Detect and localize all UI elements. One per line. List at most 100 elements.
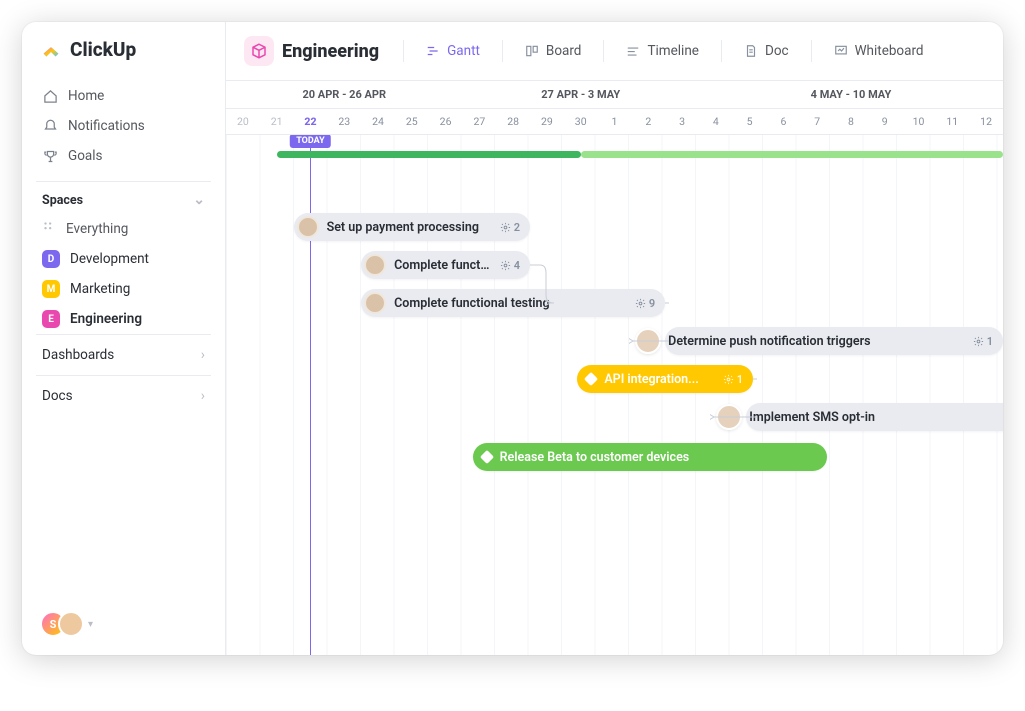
calendar-day[interactable]: 25	[395, 109, 429, 134]
calendar-header: 20 APR - 26 APR27 APR - 3 MAY4 MAY - 10 …	[226, 81, 1003, 135]
sidebar-docs[interactable]: Docs ›	[36, 375, 211, 416]
nav-home-label: Home	[68, 88, 104, 104]
calendar-day[interactable]: 28	[496, 109, 530, 134]
progress-bar-complete	[277, 151, 581, 158]
calendar-day[interactable]: 26	[429, 109, 463, 134]
dependency-line	[629, 299, 669, 345]
chevron-right-icon: ›	[201, 388, 205, 404]
calendar-day[interactable]: 20	[226, 109, 260, 134]
caret-down-icon[interactable]: ▾	[88, 619, 93, 630]
view-timeline-label: Timeline	[647, 43, 699, 59]
calendar-day[interactable]: 3	[665, 109, 699, 134]
calendar-week-label: 27 APR - 3 MAY	[462, 81, 698, 108]
whiteboard-icon	[834, 44, 848, 58]
sidebar-item-everything[interactable]: Everything	[36, 214, 211, 244]
dashboards-label: Dashboards	[42, 347, 114, 363]
home-icon	[42, 88, 58, 104]
nav-home[interactable]: Home	[36, 81, 211, 111]
page-title: Engineering	[282, 41, 379, 62]
calendar-day[interactable]: 4	[699, 109, 733, 134]
view-gantt[interactable]: Gantt	[418, 38, 488, 64]
timeline-icon	[626, 44, 640, 58]
divider	[502, 40, 503, 62]
milestone-icon	[584, 372, 598, 386]
sidebar-item-marketing[interactable]: M Marketing	[36, 274, 211, 304]
sidebar-footer: S ▾	[36, 607, 211, 641]
view-whiteboard[interactable]: Whiteboard	[826, 38, 932, 64]
view-timeline[interactable]: Timeline	[618, 38, 707, 64]
calendar-day[interactable]: 10	[902, 109, 936, 134]
space-badge: E	[42, 310, 60, 328]
toolbar: Engineering Gantt Board Timeline	[226, 22, 1003, 81]
calendar-week-label: 4 MAY - 10 MAY	[699, 81, 1003, 108]
calendar-day[interactable]: 11	[935, 109, 969, 134]
task-label: Complete functio...	[394, 258, 492, 273]
chevron-right-icon: ›	[201, 347, 205, 363]
chevron-down-icon: ⌄	[193, 192, 205, 208]
nav-notifications[interactable]: Notifications	[36, 111, 211, 141]
gantt-task[interactable]: Determine push notification triggers1	[665, 327, 1003, 355]
calendar-day[interactable]: 6	[767, 109, 801, 134]
calendar-day[interactable]: 1	[598, 109, 632, 134]
calendar-day[interactable]: 7	[800, 109, 834, 134]
sidebar-dashboards[interactable]: Dashboards ›	[36, 334, 211, 375]
calendar-day[interactable]: 29	[530, 109, 564, 134]
view-doc[interactable]: Doc	[736, 38, 797, 64]
progress-bar-remaining	[581, 151, 1003, 158]
sidebar: ClickUp Home Notifications Goals Spaces …	[22, 22, 226, 655]
today-badge: TODAY	[290, 135, 330, 148]
calendar-day[interactable]: 22	[294, 109, 328, 134]
calendar-day[interactable]: 9	[868, 109, 902, 134]
calendar-day[interactable]: 21	[260, 109, 294, 134]
divider	[811, 40, 812, 62]
main-panel: Engineering Gantt Board Timeline	[226, 22, 1003, 655]
space-label: Development	[70, 251, 149, 267]
gantt-task[interactable]: Set up payment processing2	[294, 213, 530, 241]
task-label: Release Beta to customer devices	[500, 450, 818, 465]
trophy-icon	[42, 148, 58, 164]
space-badge: D	[42, 250, 60, 268]
doc-icon	[744, 44, 758, 58]
assignee-avatar	[364, 254, 386, 276]
docs-label: Docs	[42, 388, 73, 404]
grid-icon	[42, 220, 56, 238]
calendar-day[interactable]: 8	[834, 109, 868, 134]
calendar-day[interactable]: 2	[631, 109, 665, 134]
calendar-week-label: 20 APR - 26 APR	[226, 81, 462, 108]
task-label: API integration...	[604, 372, 714, 387]
calendar-day[interactable]: 27	[462, 109, 496, 134]
calendar-day[interactable]: 12	[969, 109, 1003, 134]
sidebar-item-development[interactable]: D Development	[36, 244, 211, 274]
nav-notifications-label: Notifications	[68, 118, 145, 134]
sidebar-item-engineering[interactable]: E Engineering	[36, 304, 211, 334]
calendar-day[interactable]: 23	[327, 109, 361, 134]
subtask-count: 4	[500, 259, 520, 272]
space-label: Marketing	[70, 281, 130, 297]
dependency-line	[526, 261, 554, 307]
subtask-count: 1	[973, 335, 993, 348]
brand-logo[interactable]: ClickUp	[36, 38, 211, 61]
calendar-day[interactable]: 5	[733, 109, 767, 134]
spaces-header[interactable]: Spaces ⌄	[36, 181, 211, 214]
calendar-day[interactable]: 24	[361, 109, 395, 134]
nav-goals[interactable]: Goals	[36, 141, 211, 171]
task-label: Complete functional testing	[394, 296, 627, 311]
gantt-task[interactable]: Complete functional testing9	[361, 289, 665, 317]
divider	[603, 40, 604, 62]
everything-label: Everything	[66, 221, 128, 237]
space-label: Engineering	[70, 311, 142, 327]
bell-icon	[42, 118, 58, 134]
gantt-chart[interactable]: TODAY Set up payment processing2 Complete …	[226, 135, 1003, 655]
milestone-icon	[480, 450, 494, 464]
calendar-day[interactable]: 30	[564, 109, 598, 134]
space-icon	[244, 36, 274, 66]
view-board[interactable]: Board	[517, 38, 590, 64]
gantt-task[interactable]: Release Beta to customer devices	[473, 443, 828, 471]
gantt-task[interactable]: Complete functio... 4	[361, 251, 530, 279]
task-label: Set up payment processing	[327, 220, 492, 235]
space-badge: M	[42, 280, 60, 298]
gantt-task[interactable]: Implement SMS opt-in	[746, 403, 1003, 431]
user-avatar-2[interactable]	[58, 611, 84, 637]
brand-name: ClickUp	[70, 38, 136, 61]
nav-goals-label: Goals	[68, 148, 103, 164]
